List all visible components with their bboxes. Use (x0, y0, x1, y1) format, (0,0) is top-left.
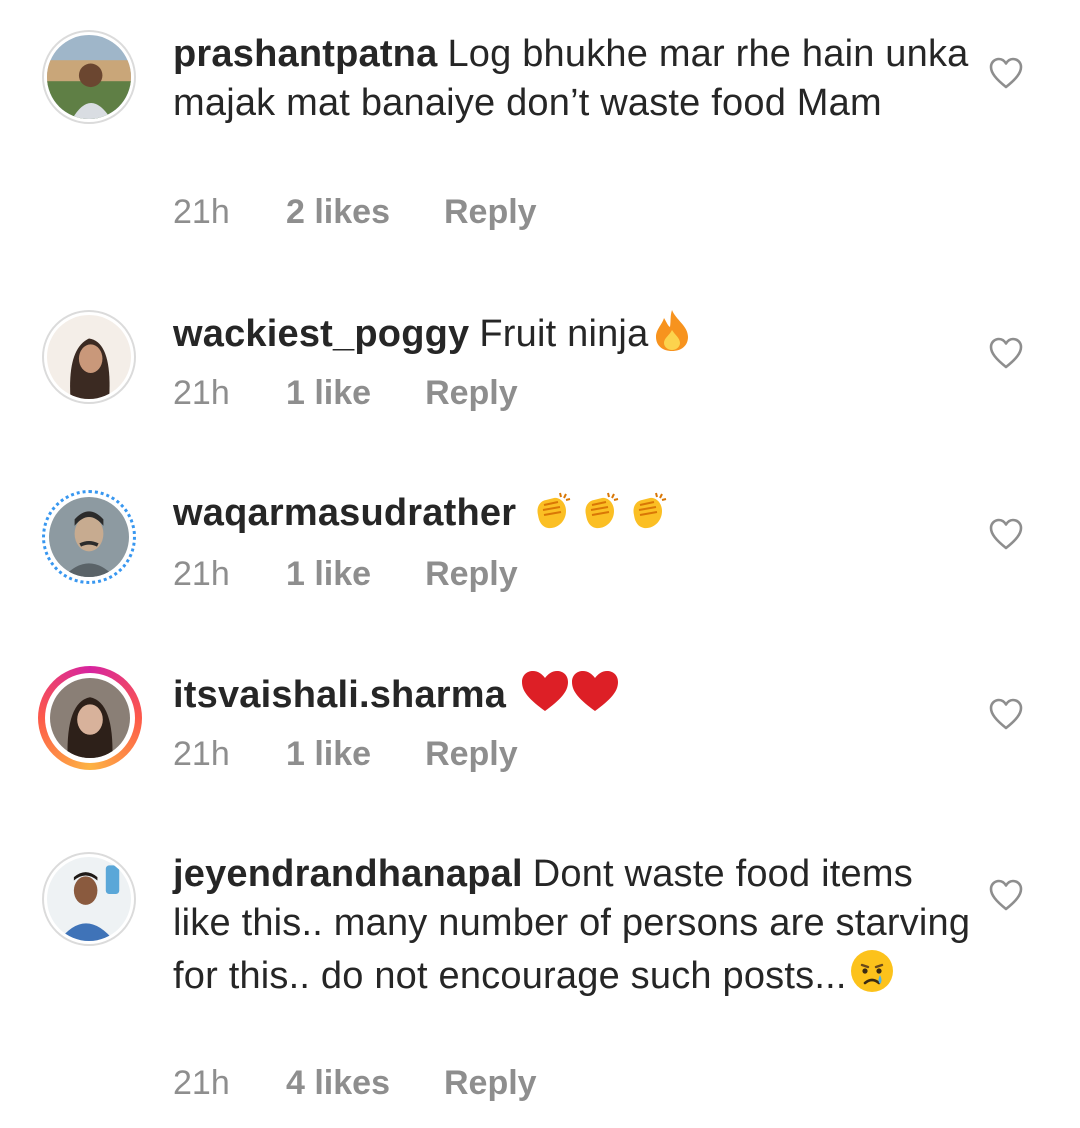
clapping-hands-emoji-icon (578, 491, 622, 531)
clapping-hands-emoji-icon (530, 491, 574, 531)
avatar[interactable] (42, 30, 136, 124)
heart-outline-icon[interactable] (988, 56, 1024, 90)
comment-likes[interactable]: 1 like (286, 555, 371, 594)
avatar-photo (47, 35, 131, 119)
comment-likes[interactable]: 4 likes (286, 1064, 390, 1103)
red-heart-emoji-icon (520, 669, 570, 713)
comment-body: itsvaishali.sharma (173, 669, 973, 720)
heart-outline-icon[interactable] (988, 517, 1024, 551)
comment-username[interactable]: jeyendrandhanapal (173, 853, 523, 895)
crying-face-emoji-icon (849, 948, 895, 994)
heart-outline-icon[interactable] (988, 336, 1024, 370)
comment-meta: 21h 1 like Reply (173, 735, 518, 774)
heart-outline-icon[interactable] (988, 878, 1024, 912)
avatar[interactable] (42, 310, 136, 404)
comment-meta: 21h 4 likes Reply (173, 1064, 537, 1103)
red-heart-emoji-icon (570, 669, 620, 713)
comment-time: 21h (173, 1064, 230, 1102)
comment-body: wackiest_poggy Fruit ninja (173, 308, 973, 359)
avatar-photo (50, 678, 130, 758)
comment-likes[interactable]: 2 likes (286, 193, 390, 232)
comment-body: jeyendrandhanapal Dont waste food items l… (173, 850, 973, 1001)
reply-button[interactable]: Reply (425, 735, 518, 774)
fire-emoji-icon (652, 308, 692, 352)
heart-outline-icon[interactable] (988, 697, 1024, 731)
comment-time: 21h (173, 735, 230, 773)
reply-button[interactable]: Reply (444, 193, 537, 232)
comment-username[interactable]: wackiest_poggy (173, 313, 469, 355)
comment-meta: 21h 1 like Reply (173, 555, 518, 594)
avatar-story-ring[interactable] (38, 666, 142, 770)
avatar[interactable] (42, 490, 136, 584)
avatar[interactable] (42, 852, 136, 946)
comment-text: Fruit ninja (479, 313, 649, 355)
comment-meta: 21h 2 likes Reply (173, 193, 537, 232)
avatar-photo (47, 857, 131, 941)
reply-button[interactable]: Reply (425, 555, 518, 594)
avatar-photo (49, 497, 129, 577)
comment-time: 21h (173, 374, 230, 412)
comment-time: 21h (173, 555, 230, 593)
comment-body: waqarmasudrather (173, 489, 973, 538)
comment-likes[interactable]: 1 like (286, 735, 371, 774)
comment-time: 21h (173, 193, 230, 231)
avatar-photo (47, 315, 131, 399)
comment-username[interactable]: itsvaishali.sharma (173, 674, 506, 716)
comment-body: prashantpatna Log bhukhe mar rhe hain unk… (173, 30, 973, 128)
clapping-hands-emoji-icon (626, 491, 670, 531)
comment-username[interactable]: waqarmasudrather (173, 492, 516, 534)
reply-button[interactable]: Reply (425, 374, 518, 413)
comment-meta: 21h 1 like Reply (173, 374, 518, 413)
comment-likes[interactable]: 1 like (286, 374, 371, 413)
comment-username[interactable]: prashantpatna (173, 33, 437, 75)
reply-button[interactable]: Reply (444, 1064, 537, 1103)
